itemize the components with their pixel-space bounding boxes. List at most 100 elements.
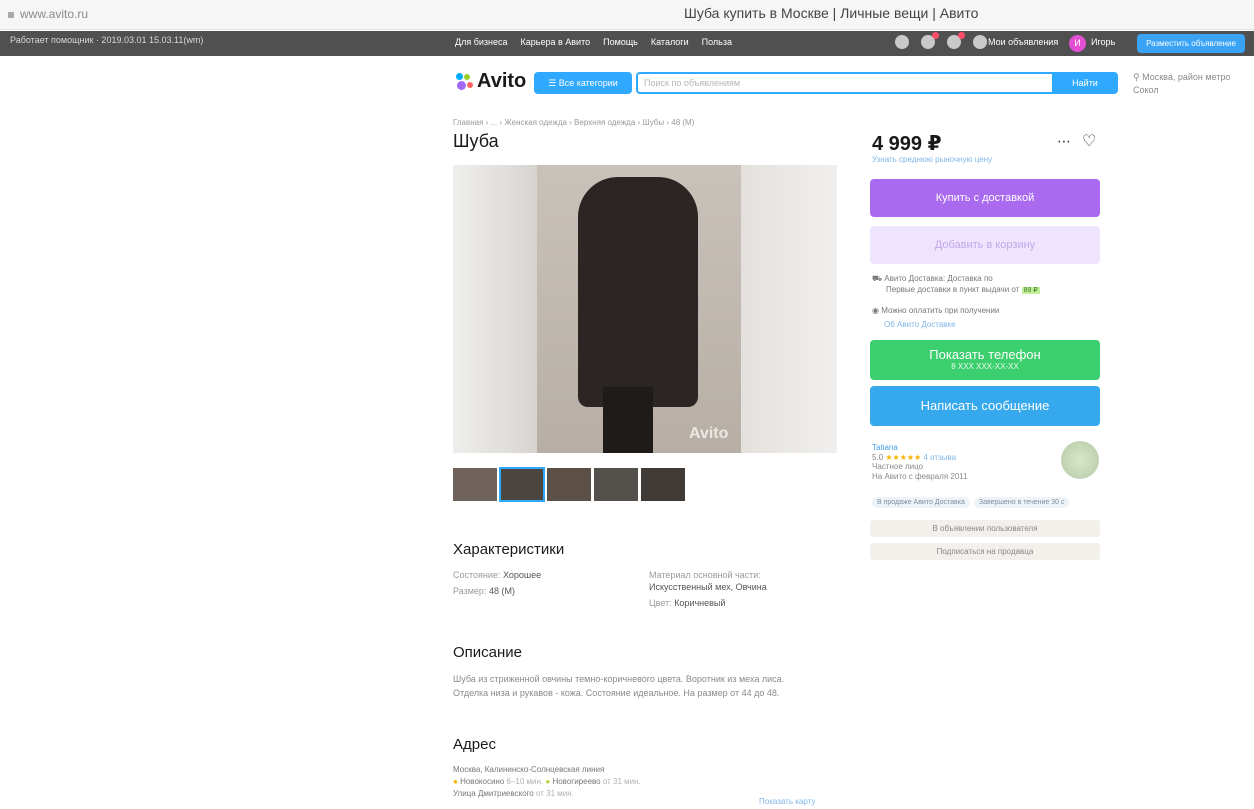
street-name: Улица Дмитриевского	[453, 789, 534, 798]
location-icon: ⚲	[1133, 72, 1143, 82]
main-photo[interactable]: Avito	[453, 165, 837, 453]
price: 4 999 ₽	[872, 133, 942, 155]
my-ads-link[interactable]: Мои объявления	[988, 37, 1058, 47]
pay-line: Можно оплатить при получении	[881, 306, 1000, 315]
user-avatar[interactable]: И	[1069, 35, 1086, 52]
photo-legs	[603, 387, 653, 453]
address-text: Москва, Калининско-Солнцевская линия ● Н…	[453, 764, 641, 800]
logo-text: Avito	[477, 70, 527, 92]
cart-icon[interactable]	[973, 35, 987, 49]
all-categories-button[interactable]: ☰ Все категории	[534, 72, 632, 94]
post-ad-button[interactable]: Разместить объявление	[1137, 34, 1245, 53]
top-nav: Работает помощник · 2019.03.01 15.03.11(…	[0, 31, 1254, 56]
char-value: Хорошее	[502, 570, 542, 580]
listing-title: Шуба	[453, 131, 499, 151]
seller-type: Частное лицо	[872, 462, 924, 471]
thumbnail[interactable]	[641, 468, 685, 501]
char-label: Размер:	[453, 586, 487, 596]
more-options-icon[interactable]: ⋯	[1057, 133, 1071, 150]
subscribe-seller-button[interactable]: Подписаться на продавца	[870, 543, 1100, 560]
delivery-line1: Авито Доставка: Доставка по	[884, 274, 993, 283]
breadcrumb[interactable]: Главная › ... › Женская одежда › Верхняя…	[453, 118, 694, 127]
delivery-line2: Первые доставки в пункт выдачи от	[886, 285, 1020, 294]
search-input[interactable]: Поиск по объявлениям	[636, 72, 1052, 94]
search-button[interactable]: Найти	[1052, 72, 1118, 94]
seller-name[interactable]: Tatiana	[872, 443, 968, 453]
buy-with-delivery-button[interactable]: Купить с доставкой	[870, 179, 1100, 217]
metro-station: Новокосино	[460, 777, 505, 786]
photo-thumbnails	[453, 467, 685, 502]
description-text: Шуба из стриженной овчины темно-коричнев…	[453, 672, 833, 700]
show-phone-label: Показать телефон	[929, 347, 1041, 362]
delivery-price-badge: 89 ₽	[1021, 287, 1040, 294]
reviews-link[interactable]: 4 отзыва	[923, 453, 956, 462]
delivery-info: ⛟ Авито Доставка: Доставка по Первые дос…	[872, 273, 1040, 296]
char-label: Цвет:	[649, 598, 672, 608]
photo-blur-right	[741, 165, 837, 453]
messages-icon[interactable]	[947, 32, 965, 49]
rating-stars: ★★★★★	[885, 452, 922, 462]
nav-help[interactable]: Помощь	[603, 37, 638, 47]
write-message-button[interactable]: Написать сообщение	[870, 386, 1100, 426]
phone-masked: 8 XXX XXX-XX-XX	[951, 362, 1019, 371]
url-text: www.avito.ru	[20, 7, 89, 21]
thumbnail[interactable]	[547, 468, 591, 501]
market-price-link[interactable]: Узнать среднюю рыночную цену	[872, 155, 992, 164]
favorite-heart-icon[interactable]: ♡	[1082, 131, 1096, 151]
message-badge	[958, 32, 965, 39]
address-heading: Адрес	[453, 736, 496, 753]
nav-career[interactable]: Карьера в Авито	[521, 37, 591, 47]
address-line: Москва, Калининско-Солнцевская линия	[453, 765, 605, 774]
char-value: 48 (M)	[488, 586, 515, 596]
characteristics-heading: Характеристики	[453, 541, 565, 558]
thumbnail[interactable]	[453, 468, 497, 501]
location-link[interactable]: ⚲ Москва, район метро Сокол	[1133, 71, 1243, 97]
truck-icon: ⛟	[872, 274, 885, 283]
payment-info: ◉ Можно оплатить при получении Об Авито …	[872, 304, 999, 332]
metro-icon: ●	[453, 777, 461, 786]
description-line: Отделка низа и рукавов - кожа. Состояние…	[453, 688, 780, 698]
metro-station: Новогиреево	[552, 777, 601, 786]
thumbnail[interactable]	[594, 468, 638, 501]
site-icon	[8, 11, 14, 18]
notifications-icon[interactable]	[921, 32, 939, 49]
photo-blur-left	[453, 165, 537, 453]
show-phone-button[interactable]: Показать телефон 8 XXX XXX-XX-XX	[870, 340, 1100, 380]
top-icons	[895, 32, 987, 49]
wallet-icon: ◉	[872, 306, 882, 315]
add-to-cart-button[interactable]: Добавить в корзину	[870, 226, 1100, 264]
seller-tag: Завершено в течение 30 с	[973, 497, 1070, 508]
seller-ads-link[interactable]: В объявлении пользователя	[870, 520, 1100, 537]
metro-duration: от 31 мин.	[602, 777, 641, 786]
characteristics-left: Состояние: Хорошее Размер: 48 (M)	[453, 569, 541, 597]
thumbnail-selected[interactable]	[499, 467, 545, 502]
browser-titlebar: www.avito.ru Шуба купить в Москве | Личн…	[0, 0, 1254, 30]
char-value: Коричневый	[674, 598, 726, 608]
location-text: Москва, район метро Сокол	[1133, 72, 1231, 95]
seller-tag: В продаже Авито Доставка	[872, 497, 970, 508]
metro-duration: 6–10 мин.	[506, 777, 544, 786]
user-name[interactable]: Игорь	[1091, 37, 1115, 47]
capture-info: Работает помощник · 2019.03.01 15.03.11(…	[10, 35, 204, 45]
seller-tags: В продаже Авито Доставка Завершено в теч…	[872, 497, 1070, 508]
top-nav-links: Для бизнеса Карьера в Авито Помощь Катал…	[455, 37, 732, 47]
street-duration: от 31 мин.	[535, 789, 574, 798]
seller-since: На Авито с февраля 2011	[872, 471, 968, 481]
logo-dots-icon	[456, 72, 474, 91]
seller-rating: 5.0	[872, 452, 884, 462]
description-line: Шуба из стриженной овчины темно-коричнев…	[453, 674, 785, 684]
notification-badge	[932, 32, 939, 39]
seller-avatar[interactable]	[1061, 441, 1099, 479]
about-delivery-link[interactable]: Об Авито Доставке	[884, 318, 999, 332]
favorites-icon[interactable]	[895, 35, 909, 49]
char-label: Материал основной части:	[649, 570, 761, 580]
nav-benefit[interactable]: Польза	[702, 37, 732, 47]
nav-business[interactable]: Для бизнеса	[455, 37, 508, 47]
description-heading: Описание	[453, 644, 523, 661]
avito-logo[interactable]: Avito	[456, 70, 526, 93]
address-bar[interactable]: www.avito.ru	[8, 7, 88, 21]
show-map-link[interactable]: Показать карту	[759, 797, 815, 806]
coat-body	[578, 177, 698, 407]
nav-catalogs[interactable]: Каталоги	[651, 37, 689, 47]
char-label: Состояние:	[453, 570, 501, 580]
